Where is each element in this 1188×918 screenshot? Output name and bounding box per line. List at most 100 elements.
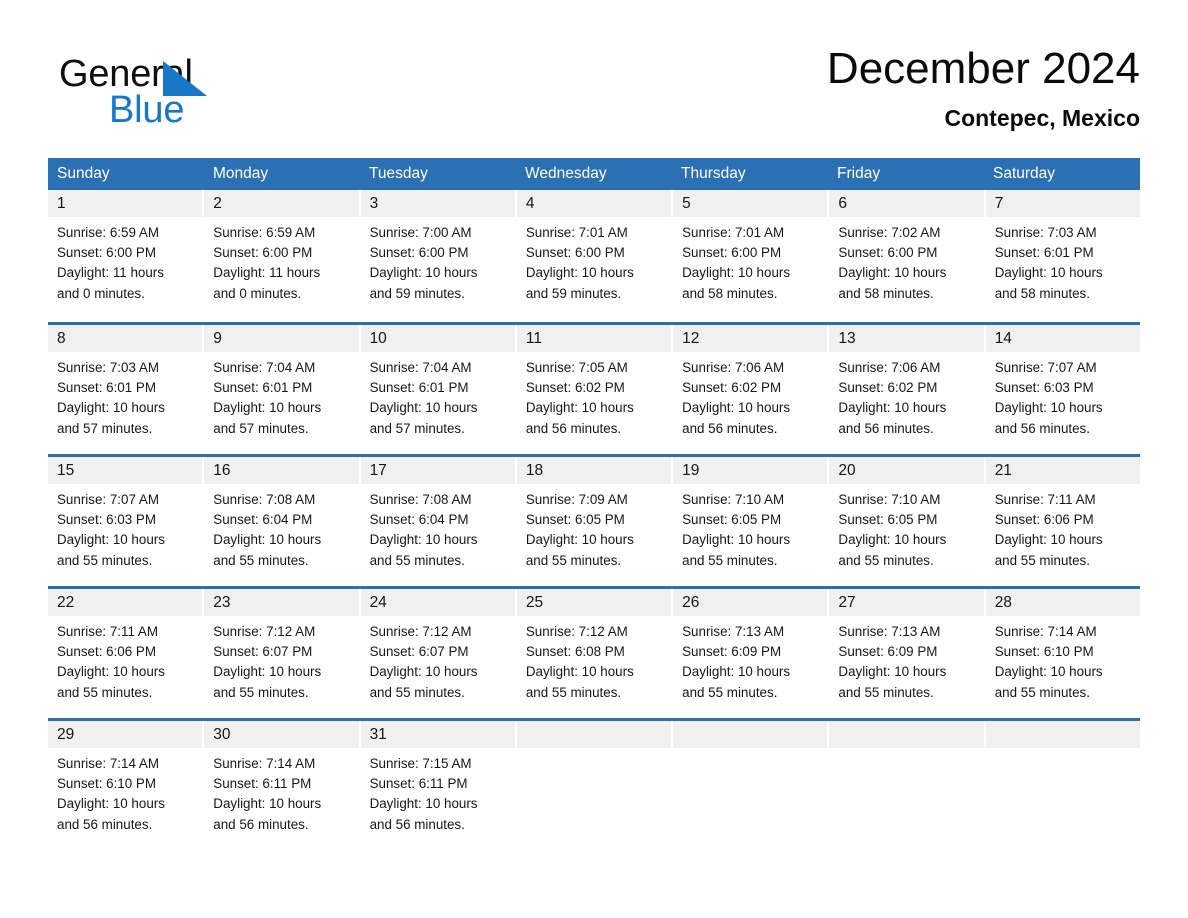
weekday-header-friday: Friday <box>837 165 881 182</box>
sunrise-text: Sunrise: 6:59 AM <box>213 225 316 240</box>
sunrise-text: Sunrise: 7:08 AM <box>213 492 316 507</box>
day-cell[interactable]: 17 Sunrise: 7:08 AM Sunset: 6:04 PM Dayl… <box>358 457 515 586</box>
day-number: 24 <box>369 594 387 611</box>
weekday-header-wednesday: Wednesday <box>525 165 607 182</box>
day-number: 27 <box>838 594 856 611</box>
day-number: 31 <box>369 726 387 743</box>
day-cell[interactable]: 1 Sunrise: 6:59 AM Sunset: 6:00 PM Dayli… <box>48 190 203 322</box>
day-cell[interactable]: 26 Sunrise: 7:13 AM Sunset: 6:09 PM Dayl… <box>671 589 828 718</box>
day-cell[interactable]: 9 Sunrise: 7:04 AM Sunset: 6:01 PM Dayli… <box>202 325 359 454</box>
sunset-text: Sunset: 6:07 PM <box>369 644 469 660</box>
daylight-text-line2: and 56 minutes. <box>682 420 778 436</box>
daylight-text-line2: and 56 minutes. <box>213 816 309 832</box>
day-info: Sunrise: 7:04 AM Sunset: 6:01 PM Dayligh… <box>204 352 358 439</box>
day-cell[interactable]: 16 Sunrise: 7:08 AM Sunset: 6:04 PM Dayl… <box>202 457 359 586</box>
day-cell[interactable]: 7 Sunrise: 7:03 AM Sunset: 6:01 PM Dayli… <box>983 190 1140 322</box>
day-cell[interactable]: 18 Sunrise: 7:09 AM Sunset: 6:05 PM Dayl… <box>514 457 672 586</box>
sunrise-text: Sunrise: 7:04 AM <box>213 360 316 375</box>
sunset-text: Sunset: 6:11 PM <box>369 776 468 792</box>
daylight-text-line2: and 55 minutes. <box>525 552 622 568</box>
sunset-text: Sunset: 6:10 PM <box>57 776 156 792</box>
day-cell[interactable]: 10 Sunrise: 7:04 AM Sunset: 6:01 PM Dayl… <box>358 325 515 454</box>
day-info: Sunrise: 7:14 AM Sunset: 6:10 PM Dayligh… <box>48 748 202 835</box>
day-number-band: 28 <box>985 589 1140 616</box>
daylight-text-line2: and 55 minutes. <box>213 684 309 700</box>
day-cell[interactable]: 27 Sunrise: 7:13 AM Sunset: 6:09 PM Dayl… <box>827 589 984 718</box>
day-info: Sunrise: 7:04 AM Sunset: 6:01 PM Dayligh… <box>361 352 515 439</box>
daylight-text-line2: and 55 minutes. <box>682 552 778 568</box>
day-cell[interactable]: 29 Sunrise: 7:14 AM Sunset: 6:10 PM Dayl… <box>48 721 203 836</box>
day-number: 6 <box>838 195 848 212</box>
daylight-text-line2: and 55 minutes. <box>57 684 153 700</box>
day-cell[interactable]: 22 Sunrise: 7:11 AM Sunset: 6:06 PM Dayl… <box>48 589 203 718</box>
day-cell[interactable]: 15 Sunrise: 7:07 AM Sunset: 6:03 PM Dayl… <box>48 457 203 586</box>
daylight-text-line2: and 58 minutes. <box>838 285 934 301</box>
day-cell[interactable]: 14 Sunrise: 7:07 AM Sunset: 6:03 PM Dayl… <box>983 325 1140 454</box>
day-info: Sunrise: 7:12 AM Sunset: 6:07 PM Dayligh… <box>204 616 358 703</box>
day-number: 17 <box>369 462 387 479</box>
day-cell[interactable]: 19 Sunrise: 7:10 AM Sunset: 6:05 PM Dayl… <box>671 457 828 586</box>
sunrise-text: Sunrise: 7:11 AM <box>57 624 158 639</box>
day-cell[interactable]: 30 Sunrise: 7:14 AM Sunset: 6:11 PM Dayl… <box>202 721 359 836</box>
day-number-band: 26 <box>673 589 828 616</box>
day-cell[interactable]: 6 Sunrise: 7:02 AM Sunset: 6:00 PM Dayli… <box>827 190 984 322</box>
day-cell[interactable]: 23 Sunrise: 7:12 AM Sunset: 6:07 PM Dayl… <box>202 589 359 718</box>
day-info: Sunrise: 7:11 AM Sunset: 6:06 PM Dayligh… <box>986 484 1140 571</box>
day-number: 20 <box>838 462 856 479</box>
day-info: Sunrise: 7:06 AM Sunset: 6:02 PM Dayligh… <box>829 352 983 439</box>
day-cell[interactable]: 4 Sunrise: 7:01 AM Sunset: 6:00 PM Dayli… <box>514 190 672 322</box>
day-cell[interactable]: 13 Sunrise: 7:06 AM Sunset: 6:02 PM Dayl… <box>827 325 984 454</box>
day-number: 29 <box>57 726 75 743</box>
sunset-text: Sunset: 6:05 PM <box>682 512 782 528</box>
general-blue-logo[interactable]: General Blue <box>59 51 309 137</box>
sunset-text: Sunset: 6:01 PM <box>57 380 156 396</box>
daylight-text-line1: Daylight: 10 hours <box>57 532 165 548</box>
day-number-band: 4 <box>516 190 672 217</box>
day-cell[interactable]: 25 Sunrise: 7:12 AM Sunset: 6:08 PM Dayl… <box>514 589 672 718</box>
day-cell[interactable]: 5 Sunrise: 7:01 AM Sunset: 6:00 PM Dayli… <box>671 190 828 322</box>
daylight-text-line2: and 56 minutes. <box>994 420 1090 436</box>
day-info: Sunrise: 7:00 AM Sunset: 6:00 PM Dayligh… <box>361 217 515 304</box>
sunset-text: Sunset: 6:03 PM <box>994 380 1094 396</box>
day-info: Sunrise: 7:03 AM Sunset: 6:01 PM Dayligh… <box>48 352 202 439</box>
sunrise-text: Sunrise: 7:14 AM <box>213 756 316 771</box>
day-cell[interactable]: 12 Sunrise: 7:06 AM Sunset: 6:02 PM Dayl… <box>671 325 828 454</box>
sunset-text: Sunset: 6:00 PM <box>57 245 156 261</box>
day-cell[interactable]: 24 Sunrise: 7:12 AM Sunset: 6:07 PM Dayl… <box>358 589 515 718</box>
daylight-text-line1: Daylight: 10 hours <box>838 265 947 281</box>
day-number: 2 <box>213 195 222 212</box>
week-row: 15 Sunrise: 7:07 AM Sunset: 6:03 PM Dayl… <box>48 454 1140 586</box>
day-info: Sunrise: 7:10 AM Sunset: 6:05 PM Dayligh… <box>673 484 827 571</box>
daylight-text-line2: and 56 minutes. <box>838 420 934 436</box>
page-subtitle: Contepec, Mexico <box>944 105 1140 131</box>
day-number: 30 <box>213 726 231 743</box>
day-info: Sunrise: 7:03 AM Sunset: 6:01 PM Dayligh… <box>986 217 1140 304</box>
day-cell[interactable]: 28 Sunrise: 7:14 AM Sunset: 6:10 PM Dayl… <box>983 589 1140 718</box>
day-number-band: 11 <box>516 325 672 352</box>
daylight-text-line2: and 55 minutes. <box>369 684 465 700</box>
day-number-band: 30 <box>204 721 359 748</box>
sunset-text: Sunset: 6:10 PM <box>994 644 1094 660</box>
day-info: Sunrise: 7:12 AM Sunset: 6:07 PM Dayligh… <box>361 616 515 703</box>
sunrise-text: Sunrise: 7:13 AM <box>682 624 785 639</box>
daylight-text-line2: and 56 minutes. <box>369 816 465 832</box>
daylight-text-line2: and 55 minutes. <box>838 684 934 700</box>
sunrise-text: Sunrise: 7:01 AM <box>525 225 628 240</box>
daylight-text-line1: Daylight: 10 hours <box>682 532 791 548</box>
day-cell[interactable]: 8 Sunrise: 7:03 AM Sunset: 6:01 PM Dayli… <box>48 325 203 454</box>
daylight-text-line1: Daylight: 10 hours <box>682 400 791 416</box>
sunset-text: Sunset: 6:03 PM <box>57 512 156 528</box>
weekday-header-tuesday: Tuesday <box>369 165 428 182</box>
day-cell[interactable]: 2 Sunrise: 6:59 AM Sunset: 6:00 PM Dayli… <box>202 190 359 322</box>
daylight-text-line1: Daylight: 10 hours <box>838 400 947 416</box>
day-number: 19 <box>682 462 700 479</box>
day-number-band <box>516 721 672 748</box>
day-cell[interactable]: 11 Sunrise: 7:05 AM Sunset: 6:02 PM Dayl… <box>514 325 672 454</box>
day-info: Sunrise: 7:10 AM Sunset: 6:05 PM Dayligh… <box>829 484 983 571</box>
day-cell[interactable]: 20 Sunrise: 7:10 AM Sunset: 6:05 PM Dayl… <box>827 457 984 586</box>
day-cell[interactable]: 31 Sunrise: 7:15 AM Sunset: 6:11 PM Dayl… <box>358 721 515 836</box>
day-cell[interactable]: 3 Sunrise: 7:00 AM Sunset: 6:00 PM Dayli… <box>358 190 515 322</box>
week-row: 8 Sunrise: 7:03 AM Sunset: 6:01 PM Dayli… <box>48 322 1140 454</box>
day-cell[interactable]: 21 Sunrise: 7:11 AM Sunset: 6:06 PM Dayl… <box>983 457 1140 586</box>
day-number-band <box>829 721 984 748</box>
